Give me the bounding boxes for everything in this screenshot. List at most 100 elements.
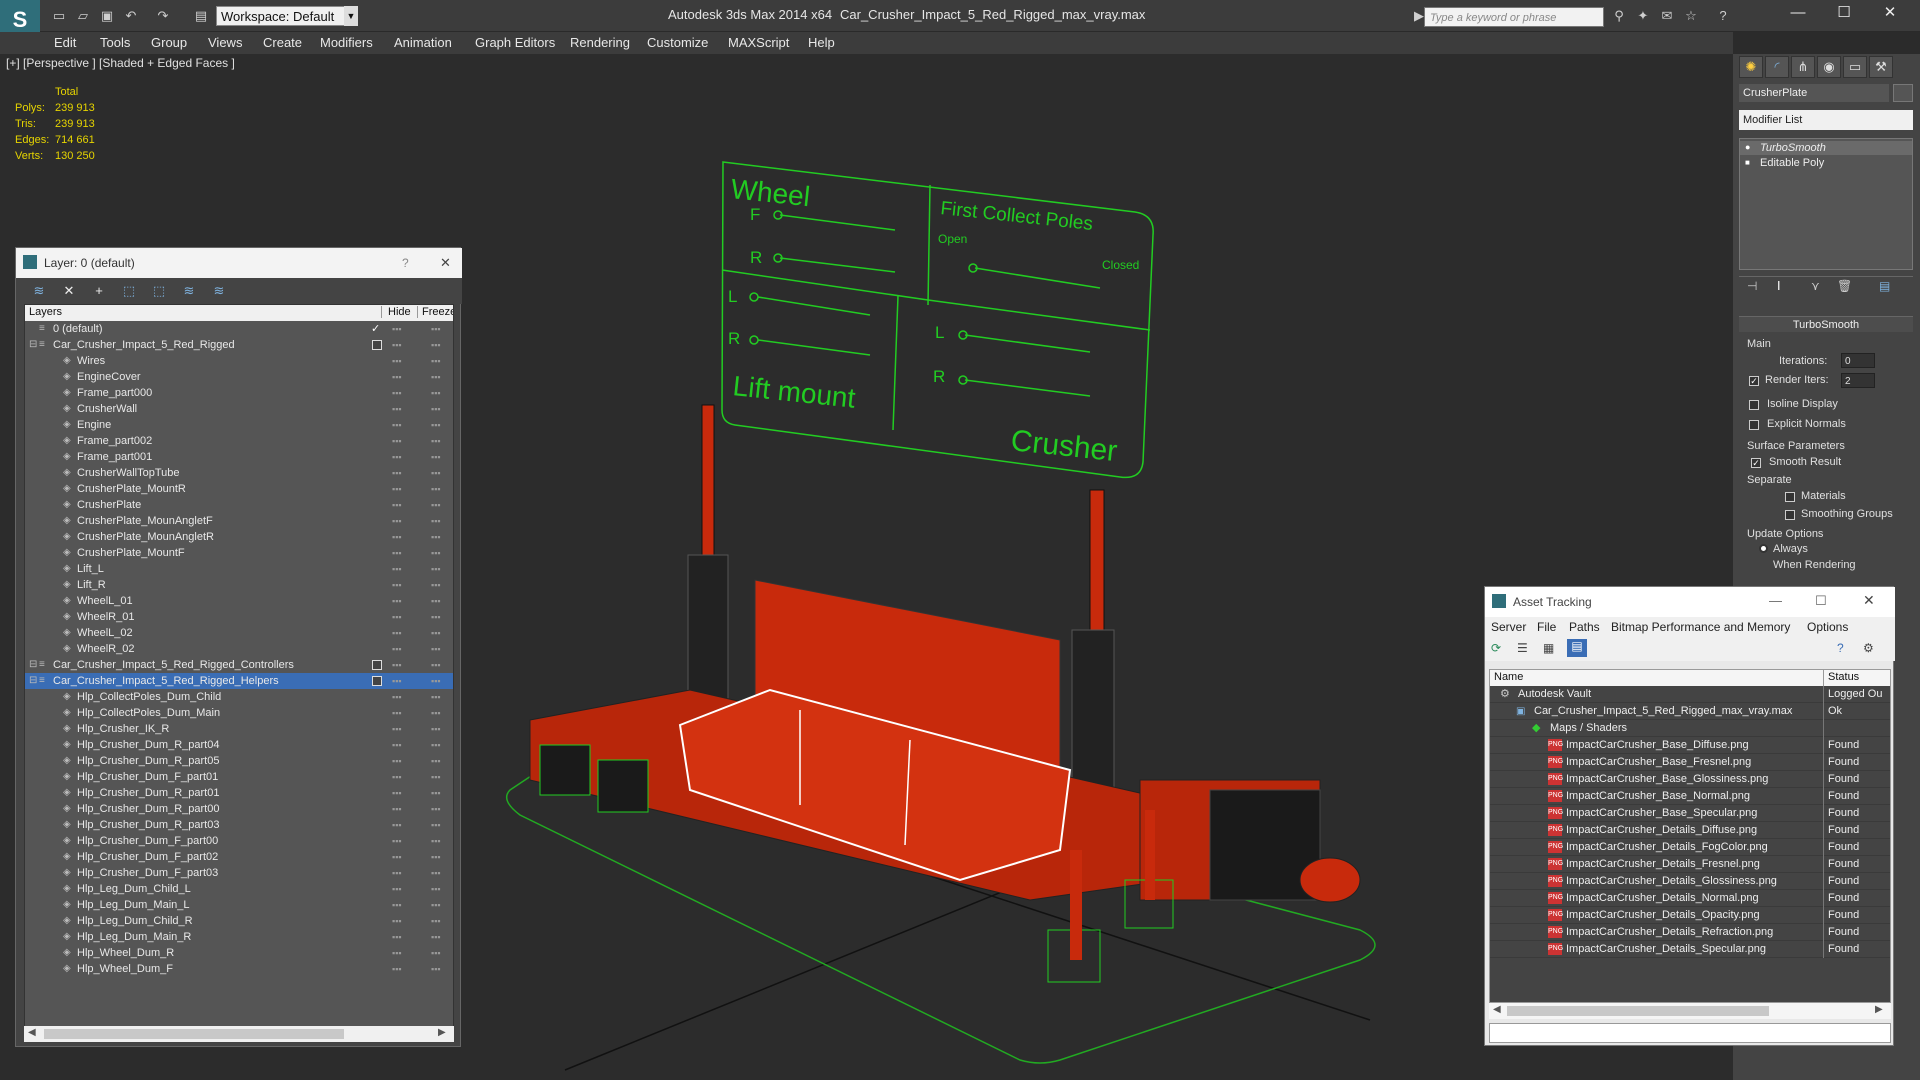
menu-customize[interactable]: Customize [647,35,708,50]
stack-item-editable-poly[interactable]: Editable Poly [1760,157,1824,169]
help-icon[interactable]: ? [1714,8,1732,24]
menu-animation[interactable]: Animation [394,35,452,50]
object-row[interactable]: ◈ Hlp_Crusher_Dum_R_part05 ▪▪▪ ▪▪▪ [25,753,453,769]
freeze-toggle[interactable]: ▪▪▪ [431,433,441,449]
col-layers-header[interactable]: Layers [29,306,62,318]
freeze-toggle[interactable]: ▪▪▪ [431,913,441,929]
hide-toggle[interactable]: ▪▪▪ [392,913,402,929]
freeze-toggle[interactable]: ▪▪▪ [431,961,441,977]
asset-row[interactable]: PNG ImpactCarCrusher_Base_Specular.png Fou… [1490,805,1890,822]
menu-graph-editors[interactable]: Graph Editors [475,35,555,50]
object-row[interactable]: ◈ Hlp_Crusher_Dum_R_part03 ▪▪▪ ▪▪▪ [25,817,453,833]
freeze-toggle[interactable]: ▪▪▪ [431,561,441,577]
hide-toggle[interactable]: ▪▪▪ [392,401,402,417]
object-row[interactable]: ◈ Hlp_CollectPoles_Dum_Child ▪▪▪ ▪▪▪ [25,689,453,705]
scroll-left-icon[interactable]: ◀ [28,1027,36,1038]
create-layer-icon[interactable]: ≋ [30,282,48,300]
freeze-toggle[interactable]: ▪▪▪ [431,609,441,625]
asset-row[interactable]: ⚙ Autodesk Vault Logged Ou [1490,686,1890,703]
asset-row[interactable]: PNG ImpactCarCrusher_Details_Specular.png… [1490,941,1890,958]
asset-menu-server[interactable]: Server [1491,620,1526,634]
explicit-normals-checkbox[interactable] [1749,420,1759,430]
object-row[interactable]: ◈ Hlp_Leg_Dum_Child_R ▪▪▪ ▪▪▪ [25,913,453,929]
scroll-left-icon[interactable]: ◀ [1493,1004,1501,1015]
freeze-toggle[interactable]: ▪▪▪ [431,881,441,897]
freeze-toggle[interactable]: ▪▪▪ [431,593,441,609]
col-status-header[interactable]: Status [1828,671,1859,683]
object-row[interactable]: ◈ CrusherPlate_MounAngletR ▪▪▪ ▪▪▪ [25,529,453,545]
freeze-toggle[interactable]: ▪▪▪ [431,897,441,913]
configure-sets-icon[interactable]: ▤ [1879,279,1890,293]
layer-row[interactable]: ⊟ ≡ Car_Crusher_Impact_5_Red_Rigged_Helper… [25,673,453,689]
hide-toggle[interactable]: ▪▪▪ [392,465,402,481]
object-row[interactable]: ◈ CrusherPlate_MountF ▪▪▪ ▪▪▪ [25,545,453,561]
asset-row[interactable]: PNG ImpactCarCrusher_Base_Diffuse.png Foun… [1490,737,1890,754]
freeze-toggle[interactable]: ▪▪▪ [431,353,441,369]
highlight-layer-icon[interactable]: ⬚ [150,282,168,300]
motion-tab-icon[interactable]: ◉ [1817,56,1841,78]
object-row[interactable]: ◈ Lift_R ▪▪▪ ▪▪▪ [25,577,453,593]
menu-create[interactable]: Create [263,35,302,50]
object-row[interactable]: ◈ Hlp_Leg_Dum_Child_L ▪▪▪ ▪▪▪ [25,881,453,897]
hide-toggle[interactable]: ▪▪▪ [392,321,402,337]
hide-toggle[interactable]: ▪▪▪ [392,753,402,769]
show-end-result-icon[interactable]: Ⅰ [1777,279,1781,293]
hide-toggle[interactable]: ▪▪▪ [392,929,402,945]
object-row[interactable]: ◈ Hlp_Wheel_Dum_F ▪▪▪ ▪▪▪ [25,961,453,977]
object-row[interactable]: ◈ WheelL_01 ▪▪▪ ▪▪▪ [25,593,453,609]
hide-toggle[interactable]: ▪▪▪ [392,625,402,641]
scroll-thumb[interactable] [1507,1006,1769,1016]
workspace-dropdown[interactable]: Workspace: Default [216,6,358,26]
menu-tools[interactable]: Tools [100,35,130,50]
asset-row[interactable]: ◆ Maps / Shaders [1490,720,1890,737]
freeze-toggle[interactable]: ▪▪▪ [431,529,441,545]
layer-row[interactable]: ⊟ ≡ Car_Crusher_Impact_5_Red_Rigged_Contro… [25,657,453,673]
menu-modifiers[interactable]: Modifiers [320,35,373,50]
hide-toggle[interactable]: ▪▪▪ [392,881,402,897]
hide-toggle[interactable]: ▪▪▪ [392,737,402,753]
freeze-toggle[interactable]: ▪▪▪ [431,481,441,497]
freeze-toggle[interactable]: ▪▪▪ [431,705,441,721]
hide-toggle[interactable]: ▪▪▪ [392,353,402,369]
open-file-icon[interactable]: ▱ [74,8,92,24]
freeze-toggle[interactable]: ▪▪▪ [431,321,441,337]
layer-panel-titlebar[interactable]: Layer: 0 (default) ? ✕ [16,248,462,278]
asset-row[interactable]: PNG ImpactCarCrusher_Details_FogColor.png… [1490,839,1890,856]
hide-toggle[interactable]: ▪▪▪ [392,705,402,721]
hide-toggle[interactable]: ▪▪▪ [392,337,402,353]
help-icon[interactable]: ? [1837,641,1844,655]
layer-current-checkbox[interactable] [372,676,382,686]
freeze-toggle[interactable]: ▪▪▪ [431,401,441,417]
asset-row[interactable]: PNG ImpactCarCrusher_Base_Normal.png Found [1490,788,1890,805]
hide-toggle[interactable]: ▪▪▪ [392,769,402,785]
object-name-field[interactable]: CrusherPlate [1739,84,1889,102]
asset-row[interactable]: PNG ImpactCarCrusher_Details_Refraction.p… [1490,924,1890,941]
smooth-result-checkbox[interactable]: ✓ [1751,458,1761,468]
stack-item-turbosmooth[interactable]: TurboSmooth [1760,142,1826,154]
render-iters-spinner[interactable]: 2 [1841,373,1875,388]
create-tab-icon[interactable]: ✺ [1739,56,1763,78]
object-row[interactable]: ◈ Frame_part000 ▪▪▪ ▪▪▪ [25,385,453,401]
minimize-icon[interactable]: — [1769,593,1782,608]
subscription-icon[interactable]: ✦ [1634,8,1652,24]
object-row[interactable]: ◈ Hlp_Crusher_Dum_F_part00 ▪▪▪ ▪▪▪ [25,833,453,849]
object-row[interactable]: ◈ CrusherWallTopTube ▪▪▪ ▪▪▪ [25,465,453,481]
hide-toggle[interactable]: ▪▪▪ [392,865,402,881]
current-layer-check-icon[interactable]: ✓ [371,321,380,337]
layer-row[interactable]: ⊟ ≡ Car_Crusher_Impact_5_Red_Rigged ▪▪▪ ▪▪▪ [25,337,453,353]
hide-all-layers-icon[interactable]: ≋ [180,282,198,300]
asset-row[interactable]: PNG ImpactCarCrusher_Base_Fresnel.png Foun… [1490,754,1890,771]
object-row[interactable]: ◈ EngineCover ▪▪▪ ▪▪▪ [25,369,453,385]
freeze-toggle[interactable]: ▪▪▪ [431,657,441,673]
communication-icon[interactable]: ✉ [1658,8,1676,24]
object-row[interactable]: ◈ Hlp_Crusher_Dum_R_part01 ▪▪▪ ▪▪▪ [25,785,453,801]
freeze-toggle[interactable]: ▪▪▪ [431,385,441,401]
object-row[interactable]: ◈ Hlp_Crusher_Dum_R_part04 ▪▪▪ ▪▪▪ [25,737,453,753]
freeze-toggle[interactable]: ▪▪▪ [431,449,441,465]
save-file-icon[interactable]: ▣ [98,8,116,24]
object-row[interactable]: ◈ Hlp_Crusher_Dum_F_part03 ▪▪▪ ▪▪▪ [25,865,453,881]
freeze-toggle[interactable]: ▪▪▪ [431,929,441,945]
asset-row[interactable]: PNG ImpactCarCrusher_Base_Glossiness.png F… [1490,771,1890,788]
chevron-down-icon[interactable]: ▼ [344,6,358,26]
hide-toggle[interactable]: ▪▪▪ [392,481,402,497]
